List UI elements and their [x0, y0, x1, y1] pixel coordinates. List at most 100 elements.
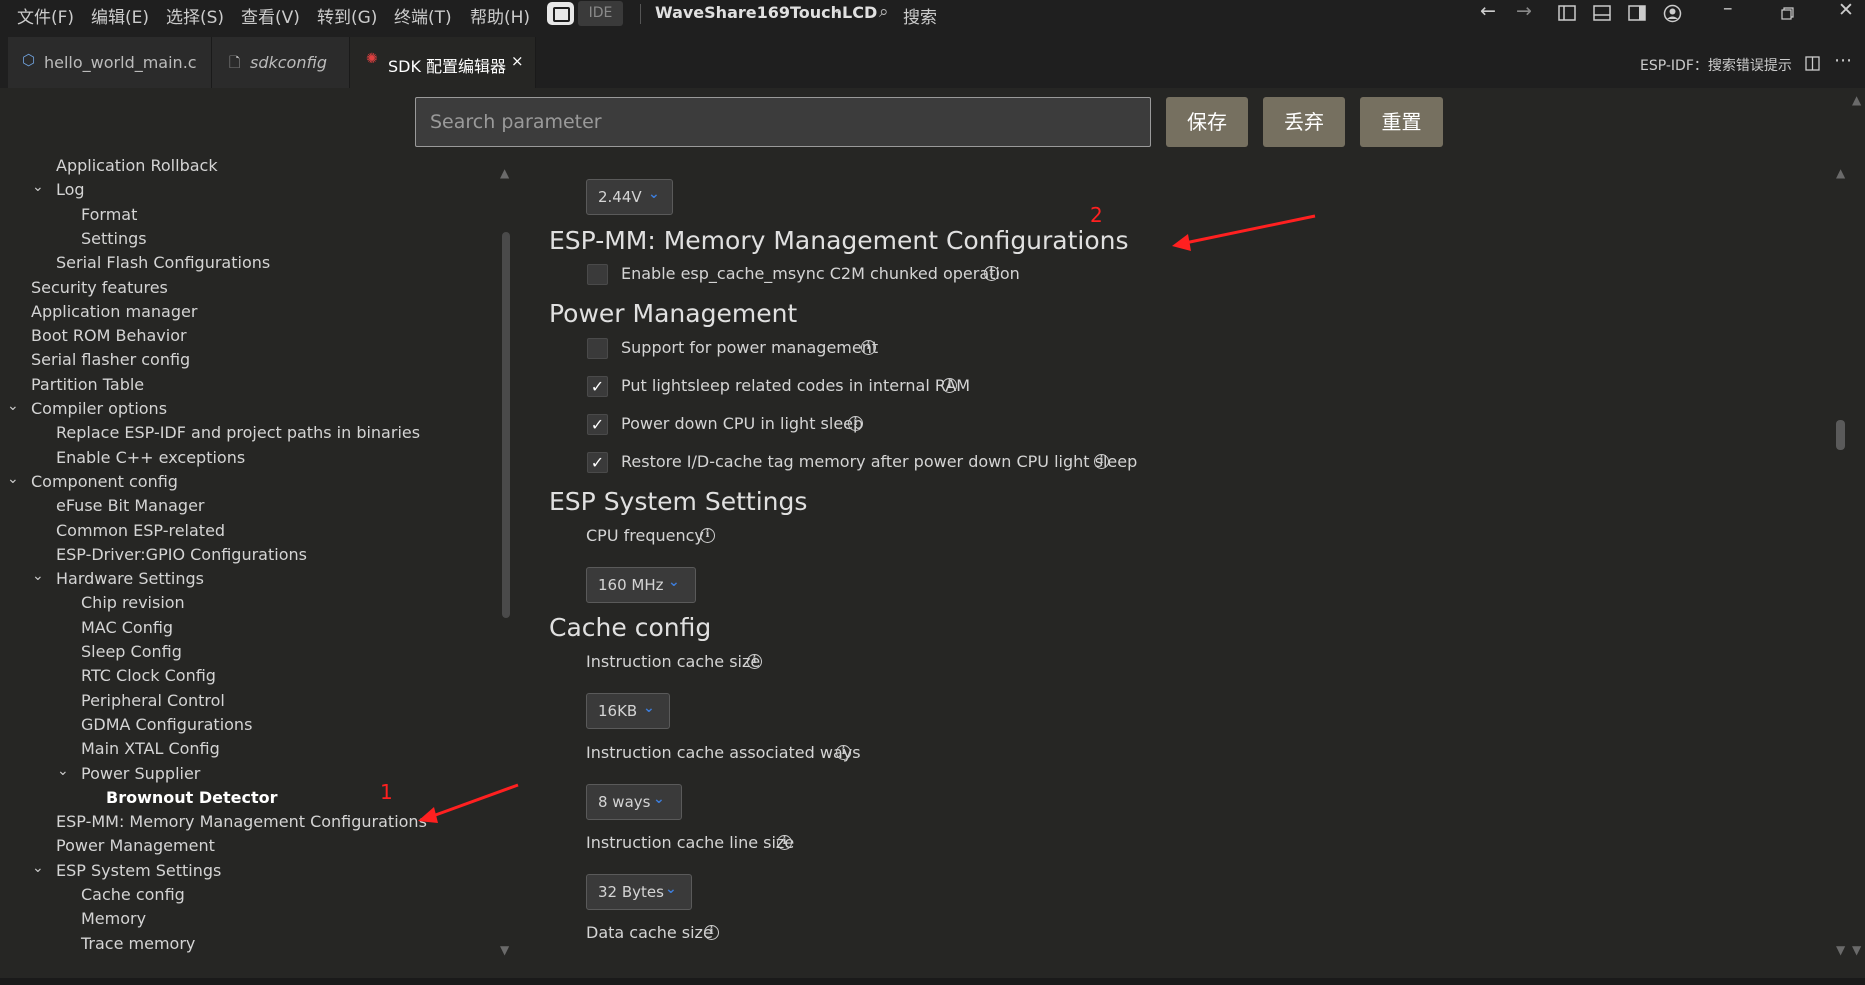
workspace-name[interactable]: WaveShare169TouchLCD — [655, 3, 877, 22]
back-arrow-icon[interactable]: ← — [1480, 0, 1496, 22]
tree-item[interactable]: Common ESP-related — [56, 521, 225, 540]
tree-item[interactable]: Power Management — [56, 836, 215, 855]
scroll-up-icon[interactable]: ▲ — [500, 166, 509, 180]
tree-item[interactable]: Sleep Config — [81, 642, 182, 661]
info-icon[interactable]: i — [836, 745, 851, 760]
chevron-down-icon[interactable]: ⌄ — [32, 568, 44, 584]
menu-go[interactable]: 转到(G) — [317, 3, 377, 28]
tree-item[interactable]: Security features — [31, 278, 168, 297]
tree-item[interactable]: eFuse Bit Manager — [56, 496, 205, 515]
checkbox-pm-3[interactable]: ✓ — [587, 452, 608, 473]
tree-item[interactable]: Replace ESP-IDF and project paths in bin… — [56, 423, 420, 442]
menu-terminal[interactable]: 终端(T) — [394, 3, 452, 28]
toggle-secondary-sidebar-icon[interactable] — [1628, 5, 1646, 21]
tree-item[interactable]: ESP-MM: Memory Management Configurations — [56, 812, 427, 831]
scroll-down-icon[interactable]: ▼ — [500, 943, 509, 957]
chevron-down-icon[interactable]: ⌄ — [831, 1, 843, 17]
save-button[interactable]: 保存 — [1166, 97, 1248, 147]
content-scrollbar[interactable] — [1836, 420, 1845, 450]
tree-item[interactable]: Compiler options — [31, 399, 167, 418]
tree-item[interactable]: RTC Clock Config — [81, 666, 216, 685]
info-icon[interactable]: i — [700, 528, 715, 543]
tree-item[interactable]: ESP System Settings — [56, 861, 221, 880]
tab-sdkconfig[interactable]: 🗋 sdkconfig — [212, 37, 350, 88]
esp-idf-error-hint[interactable]: ESP-IDF：搜索错误提示 — [1640, 55, 1792, 75]
menu-file[interactable]: 文件(F) — [17, 3, 74, 28]
tree-item[interactable]: Application Rollback — [56, 156, 218, 175]
tree-item[interactable]: Cache config — [81, 885, 185, 904]
tree-item[interactable]: Application manager — [31, 302, 197, 321]
tab-sdk-config-editor[interactable]: ✺ SDK 配置编辑器 × — [350, 37, 536, 88]
menu-help[interactable]: 帮助(H) — [470, 3, 530, 28]
menu-selection[interactable]: 选择(S) — [166, 3, 224, 28]
ide-mode-label[interactable]: IDE — [578, 1, 623, 26]
info-icon[interactable]: i — [704, 925, 719, 940]
search-icon[interactable]: ⌕ — [879, 2, 889, 22]
restore-icon[interactable] — [1781, 7, 1794, 20]
info-icon[interactable]: i — [861, 340, 876, 355]
tree-item[interactable]: Serial Flash Configurations — [56, 253, 270, 272]
tree-item[interactable]: Brownout Detector — [106, 788, 278, 807]
command-center-search[interactable]: 搜索 — [903, 3, 937, 28]
icache-size-select[interactable]: 16KB ⌄ — [586, 693, 670, 729]
icache-ways-select[interactable]: 8 ways ⌄ — [586, 784, 682, 820]
chevron-down-icon[interactable]: ⌄ — [32, 179, 44, 195]
search-input[interactable] — [415, 97, 1151, 147]
tree-item[interactable]: GDMA Configurations — [81, 715, 252, 734]
info-icon[interactable]: i — [777, 835, 792, 850]
checkbox-pm-2[interactable]: ✓ — [587, 414, 608, 435]
checkbox-pm-1[interactable]: ✓ — [587, 376, 608, 397]
chevron-down-icon[interactable]: ⌄ — [32, 860, 44, 876]
info-icon[interactable]: i — [747, 654, 762, 669]
chevron-down-icon[interactable]: ⌄ — [7, 398, 19, 414]
reset-button[interactable]: 重置 — [1360, 97, 1443, 147]
tree-item[interactable]: ESP-Driver:GPIO Configurations — [56, 545, 307, 564]
tree-item[interactable]: Hardware Settings — [56, 569, 204, 588]
tree-item[interactable]: Memory — [81, 909, 146, 928]
tree-item[interactable]: Boot ROM Behavior — [31, 326, 187, 345]
tree-item[interactable]: Power Supplier — [81, 764, 200, 783]
minimize-icon[interactable]: – — [1723, 0, 1733, 19]
split-editor-icon[interactable] — [1805, 56, 1820, 71]
toggle-panel-icon[interactable] — [1593, 5, 1611, 21]
account-icon[interactable] — [1663, 4, 1682, 23]
tree-scrollbar[interactable] — [502, 232, 510, 618]
tree-item[interactable]: Serial flasher config — [31, 350, 190, 369]
chevron-down-icon[interactable]: ⌄ — [57, 763, 69, 779]
icache-line-select[interactable]: 32 Bytes ⌄ — [586, 874, 692, 910]
chevron-down-icon[interactable]: ⌄ — [7, 471, 19, 487]
more-actions-icon[interactable]: ⋯ — [1834, 50, 1852, 71]
tree-item[interactable]: Chip revision — [81, 593, 185, 612]
menu-view[interactable]: 查看(V) — [241, 3, 300, 28]
scroll-up-icon[interactable]: ▲ — [1852, 93, 1861, 107]
checkbox-pm-0[interactable] — [587, 338, 608, 359]
tab-hello-world-main[interactable]: ⬡ hello_world_main.c — [8, 37, 212, 88]
tree-item[interactable]: Component config — [31, 472, 178, 491]
info-icon[interactable]: i — [1094, 454, 1109, 469]
cpu-frequency-select[interactable]: 160 MHz ⌄ — [586, 567, 696, 603]
tree-item[interactable]: Format — [81, 205, 137, 224]
tree-item[interactable]: Log — [56, 180, 85, 199]
tree-item[interactable]: MAC Config — [81, 618, 173, 637]
scroll-down-icon[interactable]: ▼ — [1852, 943, 1861, 957]
close-tab-icon[interactable]: × — [511, 52, 524, 70]
menu-edit[interactable]: 编辑(E) — [91, 3, 149, 28]
info-icon[interactable]: i — [848, 416, 863, 431]
info-icon[interactable]: i — [942, 378, 957, 393]
tree-item[interactable]: Peripheral Control — [81, 691, 225, 710]
scroll-down-icon[interactable]: ▼ — [1836, 943, 1845, 957]
discard-button[interactable]: 丢弃 — [1263, 97, 1345, 147]
forward-arrow-icon[interactable]: → — [1516, 0, 1532, 22]
tree-item[interactable]: Settings — [81, 229, 147, 248]
brownout-level-select[interactable]: 2.44V ⌄ — [586, 179, 673, 215]
tree-item[interactable]: Enable C++ exceptions — [56, 448, 245, 467]
scroll-up-icon[interactable]: ▲ — [1836, 166, 1845, 180]
tree-item[interactable]: Partition Table — [31, 375, 144, 394]
toggle-sidebar-icon[interactable] — [1558, 5, 1576, 21]
ide-mode-icon[interactable] — [547, 2, 574, 25]
info-icon[interactable]: i — [984, 266, 999, 281]
tree-item[interactable]: Main XTAL Config — [81, 739, 220, 758]
tree-item[interactable]: Trace memory — [81, 934, 195, 953]
close-icon[interactable]: ✕ — [1838, 0, 1854, 21]
checkbox-esp-mm-0[interactable] — [587, 264, 608, 285]
